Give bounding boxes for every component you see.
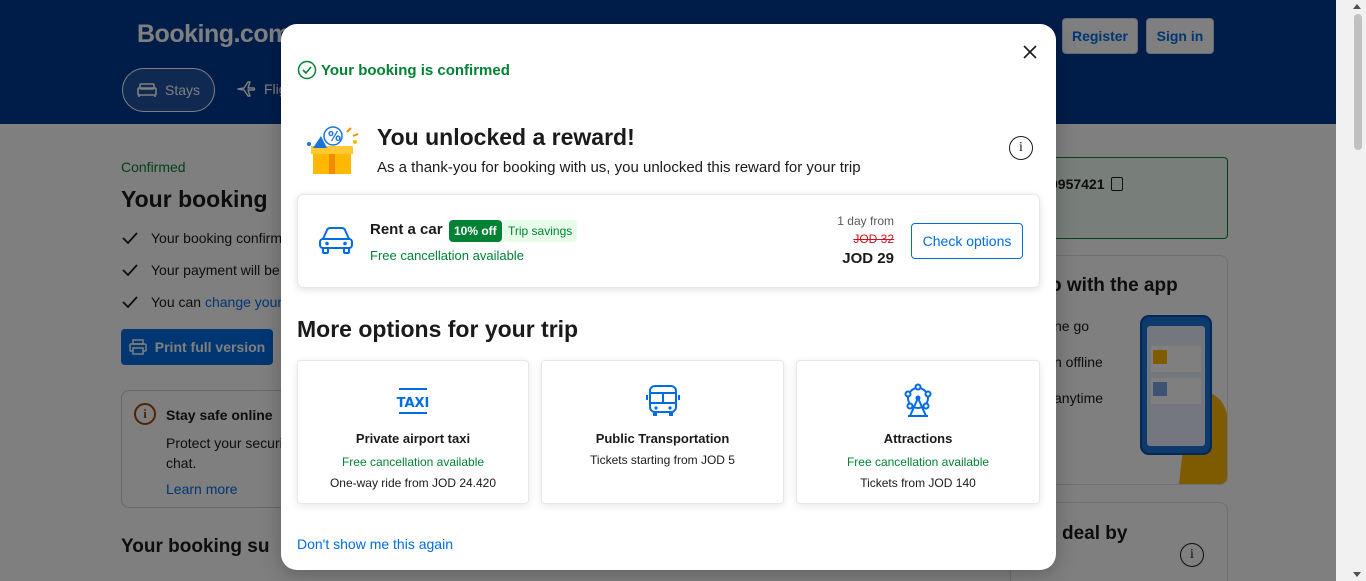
rent-a-car-card: Rent a car 10% off Trip savings Free can… (297, 194, 1040, 288)
option-card-taxi[interactable]: TAXI Private airport taxi Free cancellat… (297, 360, 529, 504)
dont-show-again-link[interactable]: Don't show me this again (297, 536, 453, 552)
option-free-cancellation: Free cancellation available (846, 455, 990, 469)
close-icon (1023, 45, 1037, 59)
option-name: Private airport taxi (355, 431, 471, 446)
svg-text:%: % (328, 130, 341, 145)
day-from-label: 1 day from (837, 214, 894, 228)
free-cancellation-text: Free cancellation available (370, 248, 524, 263)
bus-icon (645, 385, 680, 416)
reward-modal: Your booking is confirmed % You unlocked… (281, 24, 1056, 570)
option-card-public-transportation[interactable]: Public Transportation Tickets starting f… (541, 360, 784, 504)
taxi-icon: TAXI (397, 388, 430, 414)
trip-savings-badge: Trip savings (503, 220, 578, 242)
scroll-down-arrow-icon[interactable] (1353, 572, 1361, 577)
close-button[interactable] (1018, 40, 1042, 64)
booking-confirmed-banner: Your booking is confirmed (297, 60, 510, 80)
reward-title: You unlocked a reward! (377, 124, 635, 150)
ferris-wheel-icon (904, 383, 932, 417)
car-icon (319, 227, 353, 254)
option-detail: Tickets from JOD 140 (860, 476, 976, 490)
old-price: JOD 32 (853, 232, 894, 246)
svg-text:TAXI: TAXI (397, 396, 430, 411)
scrollbar-thumb[interactable] (1354, 14, 1362, 150)
scroll-up-arrow-icon[interactable] (1353, 4, 1361, 9)
more-options-title: More options for your trip (297, 316, 579, 342)
new-price: JOD 29 (842, 250, 894, 267)
check-options-button[interactable]: Check options (911, 223, 1023, 259)
check-circle-icon (297, 60, 317, 80)
discount-badge: 10% off (449, 220, 502, 242)
option-free-cancellation: Free cancellation available (341, 455, 485, 469)
info-icon[interactable]: i (1009, 136, 1033, 160)
car-rental-name: Rent a car (370, 221, 443, 238)
option-detail: Tickets starting from JOD 5 (590, 453, 735, 467)
option-card-attractions[interactable]: Attractions Free cancellation available … (796, 360, 1040, 504)
option-name: Attractions (883, 431, 953, 446)
gift-reward-icon: % (307, 126, 359, 174)
option-detail: One-way ride from JOD 24.420 (329, 476, 497, 490)
booking-confirmed-text: Your booking is confirmed (321, 61, 510, 79)
reward-subtitle: As a thank-you for booking with us, you … (377, 159, 861, 176)
option-name: Public Transportation (595, 431, 730, 446)
